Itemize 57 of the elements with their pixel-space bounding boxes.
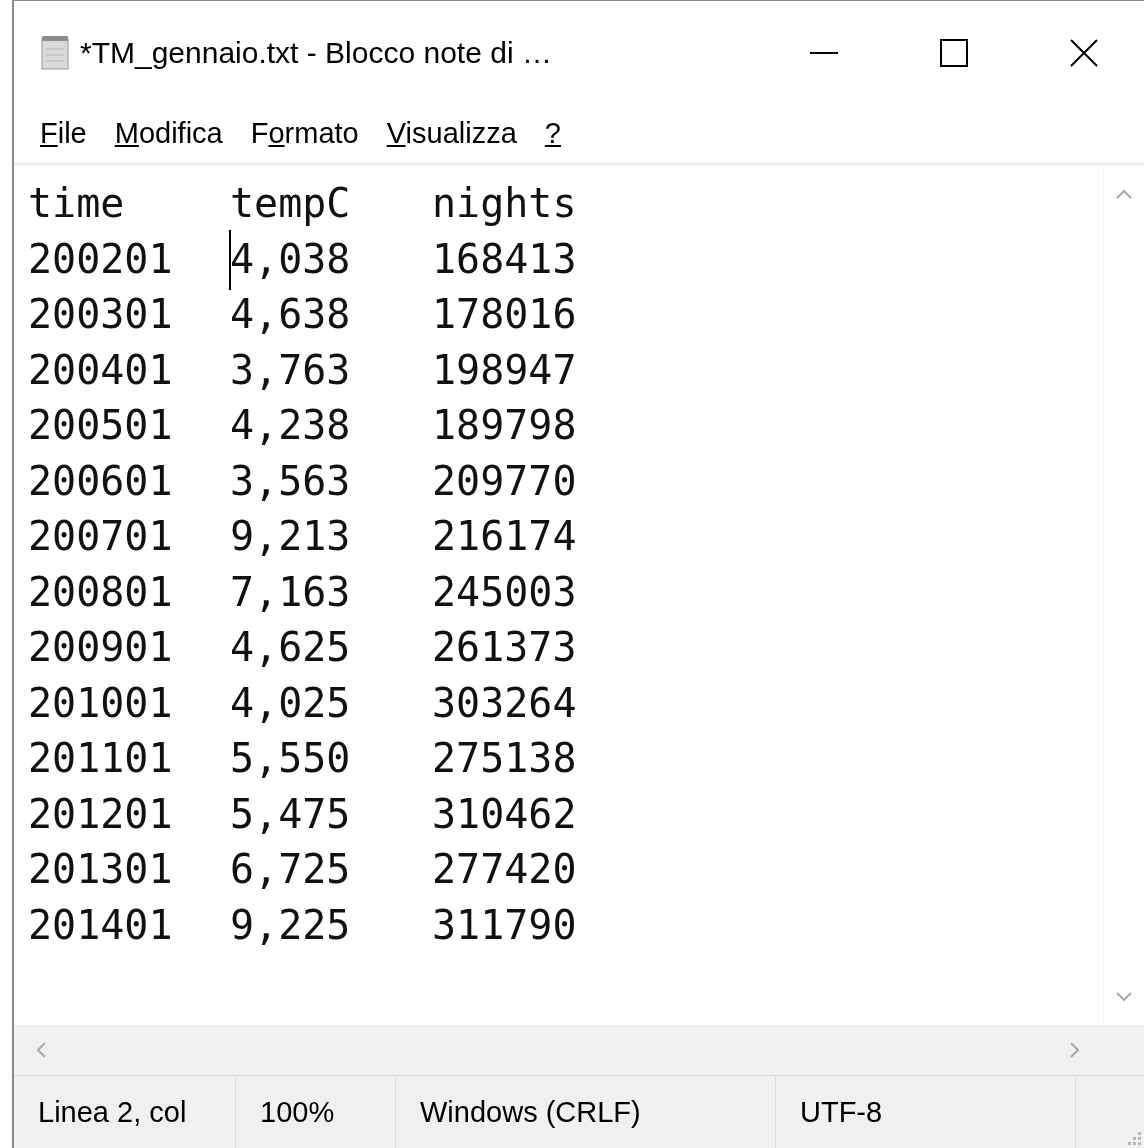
text-cell-text: 200501 xyxy=(28,402,174,449)
text-cell-text: 310462 xyxy=(432,790,578,837)
text-cell-text: nights xyxy=(432,180,578,227)
text-cell-text: 4,238 xyxy=(230,402,352,449)
maximize-icon xyxy=(939,38,969,69)
notepad-icon xyxy=(40,35,70,72)
text-cell-text: 200301 xyxy=(28,291,174,338)
text-cell-text: 277420 xyxy=(432,846,578,893)
text-cell-text: 303264 xyxy=(432,679,578,726)
text-cell-text: 200801 xyxy=(28,568,174,615)
text-cell-text: 201101 xyxy=(28,735,174,782)
text-cell-text: 3,763 xyxy=(230,346,352,393)
text-cell-text: 245003 xyxy=(432,568,578,615)
text-cell-text: 200601 xyxy=(28,457,174,504)
text-cell-text: 201201 xyxy=(28,790,174,837)
text-cell-text: 178016 xyxy=(432,291,578,338)
text-cell-text: 201301 xyxy=(28,846,174,893)
text-cell: 4,038 xyxy=(230,235,432,282)
menu-item[interactable]: Modifica xyxy=(100,105,237,162)
text-cell-text: 5,475 xyxy=(230,790,352,837)
text-cell-text: 275138 xyxy=(432,735,578,782)
minimize-icon xyxy=(810,52,838,55)
text-cell-text: time xyxy=(28,180,126,227)
text-cell-text: tempC xyxy=(230,180,352,227)
text-cell-text: 216174 xyxy=(432,513,578,560)
window-title: *TM_gennaio.txt - Blocco note di … xyxy=(80,36,553,71)
menu-item[interactable]: File xyxy=(26,105,101,162)
text-cell-text: 4,025 xyxy=(230,679,352,726)
text-cell-text: 201401 xyxy=(28,901,174,948)
text-cell-text: 3,563 xyxy=(230,457,352,504)
text-cell-text: 198947 xyxy=(432,346,578,393)
status-text: Linea 2, col xyxy=(14,1076,236,1148)
text-cell-text: 261373 xyxy=(432,624,578,671)
text-cell-text: 200901 xyxy=(28,624,174,671)
text-cell-text: 6,725 xyxy=(230,846,352,893)
text-cell-text: 168413 xyxy=(432,235,578,282)
text-cell-text: 7,163 xyxy=(230,568,352,615)
text-cell-text: 200701 xyxy=(28,513,174,560)
text-cell-text: 311790 xyxy=(432,901,578,948)
text-cell-text: 9,225 xyxy=(230,901,352,948)
text-cell-text: 5,550 xyxy=(230,735,352,782)
text-cell-text: 4,625 xyxy=(230,624,352,671)
status-text: 100% xyxy=(236,1076,396,1148)
menu-item[interactable]: Formato xyxy=(236,105,373,162)
menu-item[interactable]: Visualizza xyxy=(372,105,531,162)
resize-grip-icon[interactable] xyxy=(1126,1130,1142,1146)
text-cell-text: 9,213 xyxy=(230,513,352,560)
status-text: UTF-8 xyxy=(776,1076,1076,1148)
text-cell-text: 209770 xyxy=(432,457,578,504)
status-text: Windows (CRLF) xyxy=(396,1076,776,1148)
text-cell-text: 200201 xyxy=(28,235,174,282)
text-cell-text: 189798 xyxy=(432,402,578,449)
text-cell-text: 200401 xyxy=(28,346,174,393)
text-cell-text: 4,638 xyxy=(230,291,352,338)
close-icon xyxy=(1069,38,1099,69)
text-cell-text: 201001 xyxy=(28,679,174,726)
menu-item[interactable]: ? xyxy=(530,105,575,162)
